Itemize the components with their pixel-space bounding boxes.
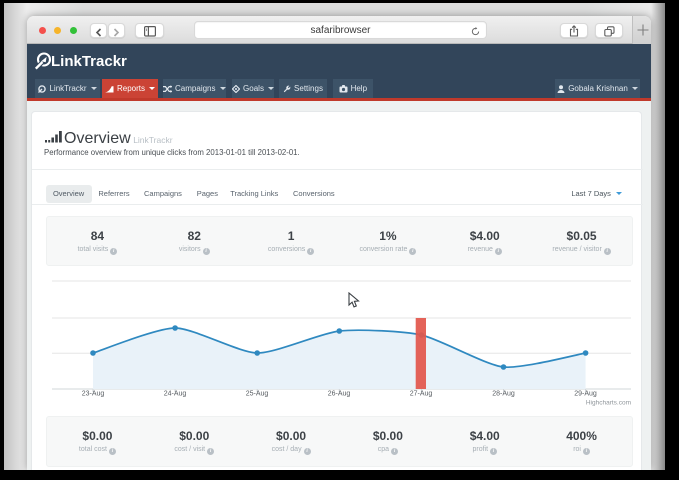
svg-text:24-Aug: 24-Aug [164, 391, 187, 398]
svg-text:28-Aug: 28-Aug [492, 391, 515, 398]
svg-text:29-Aug: 29-Aug [574, 391, 597, 398]
svg-text:23-Aug: 23-Aug [82, 391, 105, 398]
svg-text:Highcharts.com: Highcharts.com [586, 400, 631, 407]
svg-text:27-Aug: 27-Aug [410, 391, 433, 398]
svg-text:25-Aug: 25-Aug [246, 391, 269, 398]
svg-text:26-Aug: 26-Aug [328, 391, 351, 398]
